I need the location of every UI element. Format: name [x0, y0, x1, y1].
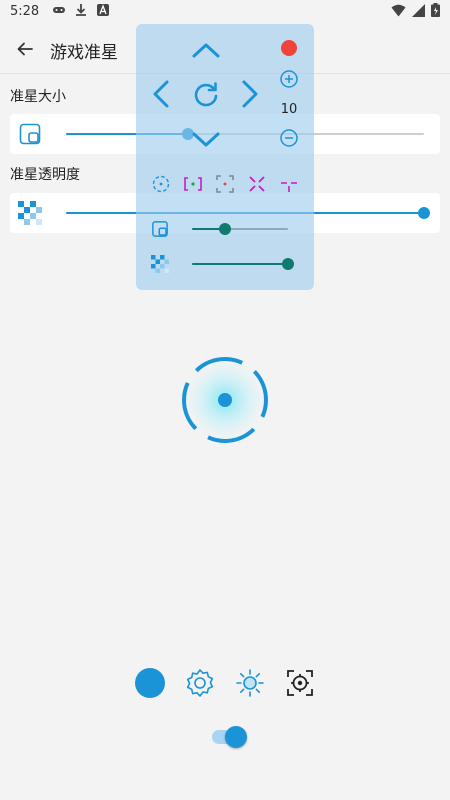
opacity-section-label: 准星透明度: [10, 167, 80, 183]
overlay-size-slider-thumb[interactable]: [218, 223, 231, 235]
target-button[interactable]: [283, 666, 317, 700]
status-system-icons: [391, 3, 440, 17]
chevron-right-icon: [242, 80, 258, 108]
mini-transparency-icon: [151, 255, 169, 273]
target-crosshair-icon: [287, 670, 313, 696]
x-crosshair-icon: [249, 176, 265, 192]
overlay-opacity-slider-fill: [192, 263, 288, 265]
style-option-x[interactable]: [246, 173, 268, 195]
transparency-checker-icon: [18, 201, 42, 225]
opacity-slider-thumb[interactable]: [418, 207, 430, 219]
signal-icon: [412, 3, 425, 17]
chevron-down-icon: [192, 132, 220, 147]
crosshair-preview[interactable]: [175, 350, 275, 450]
refresh-icon: [194, 82, 218, 107]
brightness-button[interactable]: [233, 666, 267, 700]
arrow-left-icon: [17, 42, 33, 56]
crosshair-reticle-icon: [181, 356, 269, 444]
close-panel-button[interactable]: [278, 37, 300, 59]
plus-circle-icon: [280, 70, 298, 88]
style-option-corners[interactable]: [214, 173, 236, 195]
dotted-circle-crosshair-icon: [152, 175, 170, 193]
move-down-button[interactable]: [190, 128, 222, 152]
step-value: 10: [280, 102, 298, 117]
status-time: 5:28: [10, 4, 40, 19]
overlay-opacity-slider[interactable]: [192, 254, 294, 274]
gamepad-icon: [53, 7, 65, 13]
style-option-brackets[interactable]: [181, 173, 205, 195]
app-a-icon: [97, 4, 109, 16]
move-right-button[interactable]: [236, 78, 264, 110]
gear-icon: [186, 669, 214, 697]
status-bar: 5:28: [0, 0, 450, 24]
style-option-t[interactable]: [278, 173, 300, 195]
status-notification-icons: [52, 3, 110, 17]
crosshair-size-icon: [19, 123, 41, 145]
minus-circle-icon: [280, 129, 298, 147]
color-picker-button[interactable]: [133, 666, 167, 700]
move-up-button[interactable]: [190, 38, 222, 62]
color-swatch-icon: [135, 668, 165, 698]
settings-button[interactable]: [183, 666, 217, 700]
battery-icon: [431, 3, 440, 17]
overlay-size-slider[interactable]: [192, 219, 288, 239]
mini-size-icon: [152, 221, 168, 237]
size-section-label: 准星大小: [10, 89, 66, 105]
bottom-toolbar: [0, 664, 450, 704]
floating-control-panel[interactable]: [136, 24, 314, 290]
style-option-dotted-circle[interactable]: [150, 173, 172, 195]
page-title: 游戏准星: [50, 43, 118, 63]
increase-step-button[interactable]: [277, 67, 301, 91]
wifi-icon: [391, 4, 406, 16]
reset-position-button[interactable]: [189, 77, 223, 111]
download-icon: [76, 4, 86, 16]
toggle-thumb: [225, 726, 247, 748]
back-button[interactable]: [12, 36, 38, 62]
close-dot-icon: [281, 40, 297, 56]
crosshair-toggle-switch[interactable]: [210, 725, 250, 749]
bracket-crosshair-icon: [184, 177, 202, 191]
chevron-up-icon: [192, 43, 220, 58]
corner-crosshair-icon: [216, 175, 234, 193]
move-left-button[interactable]: [147, 78, 175, 110]
sun-icon: [236, 669, 264, 697]
chevron-left-icon: [153, 80, 169, 108]
t-crosshair-icon: [281, 182, 297, 192]
overlay-opacity-slider-thumb[interactable]: [282, 258, 294, 270]
decrease-step-button[interactable]: [277, 126, 301, 150]
